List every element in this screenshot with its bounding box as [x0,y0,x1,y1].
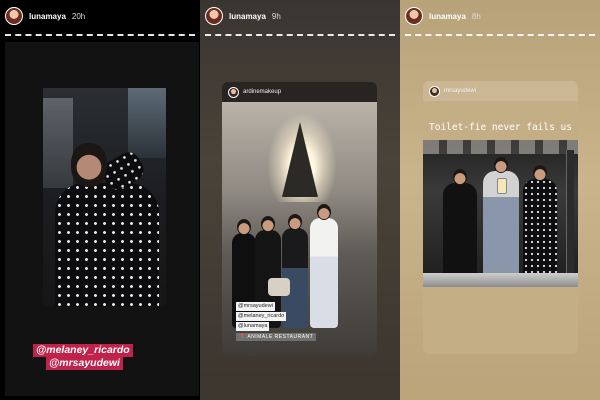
username[interactable]: lunamaya [229,12,266,21]
user-tag[interactable]: @lunamaya [236,322,270,331]
avatar[interactable] [5,7,23,25]
person-head [288,214,302,230]
avatar[interactable] [405,7,423,25]
person-head [261,216,275,232]
mention-sticker[interactable]: @mrsayudewi [46,357,123,370]
story-progress-bar [205,34,395,36]
user-tag[interactable]: @melaney_ricardo [236,312,287,321]
story-time: 8h [471,11,481,21]
window [128,88,166,158]
username[interactable]: lunamaya [29,12,66,21]
tag-list: @mrsayudewi @melaney_ricardo @lunamaya 📍… [236,302,317,341]
story-time: 9h [271,11,281,21]
avatar[interactable] [205,7,223,25]
story-header: lunamaya 20h [5,7,85,25]
story-header: lunamaya 8h [405,7,481,25]
wall-light [43,98,73,188]
person [443,169,477,275]
reshared-post-card[interactable]: ardinemakeup @mrsayudewi @melaney_ricard… [222,82,377,356]
phone [497,178,507,194]
person [523,165,557,275]
reshared-post-card[interactable]: mrsayudewi Toilet-fie never fails us [423,81,578,354]
card-avatar[interactable] [228,86,239,98]
story-panel-2[interactable]: lunamaya 9h ardinemakeup @mrsayudewi @me… [200,0,400,400]
person-head [71,143,107,187]
card-username[interactable]: mrsayudewi [444,88,476,94]
person-head [237,219,251,235]
person [55,183,159,306]
card-avatar[interactable] [429,85,440,97]
person-head [453,169,467,185]
mirror-edge [566,150,574,280]
card-header: ardinemakeup [222,82,377,102]
story-progress-bar [5,34,195,36]
story-photo [43,88,166,306]
story-panel-1[interactable]: lunamaya 20h @melaney_ricardo @mrsayudew… [0,0,200,400]
sink-counter [423,273,578,287]
ceiling-lights [423,140,578,154]
person-head [533,165,547,181]
post-caption: Toilet-fie never fails us [429,122,572,133]
card-header: mrsayudewi [423,81,578,101]
handbag [268,278,290,296]
mention-sticker[interactable]: @melaney_ricardo [33,344,133,357]
pillar [282,122,318,197]
story-progress-bar [405,34,595,36]
story-time: 20h [71,11,86,21]
card-username[interactable]: ardinemakeup [243,89,281,95]
user-tag[interactable]: @mrsayudewi [236,302,275,311]
person-head [317,204,331,220]
mirror-selfie-photo [423,140,578,287]
location-tag[interactable]: 📍 ANIMALE RESTAURANT [236,333,317,341]
person-head [494,157,508,173]
story-panel-3[interactable]: lunamaya 8h mrsayudewi Toilet-fie never … [400,0,600,400]
username[interactable]: lunamaya [429,12,466,21]
story-header: lunamaya 9h [205,7,281,25]
